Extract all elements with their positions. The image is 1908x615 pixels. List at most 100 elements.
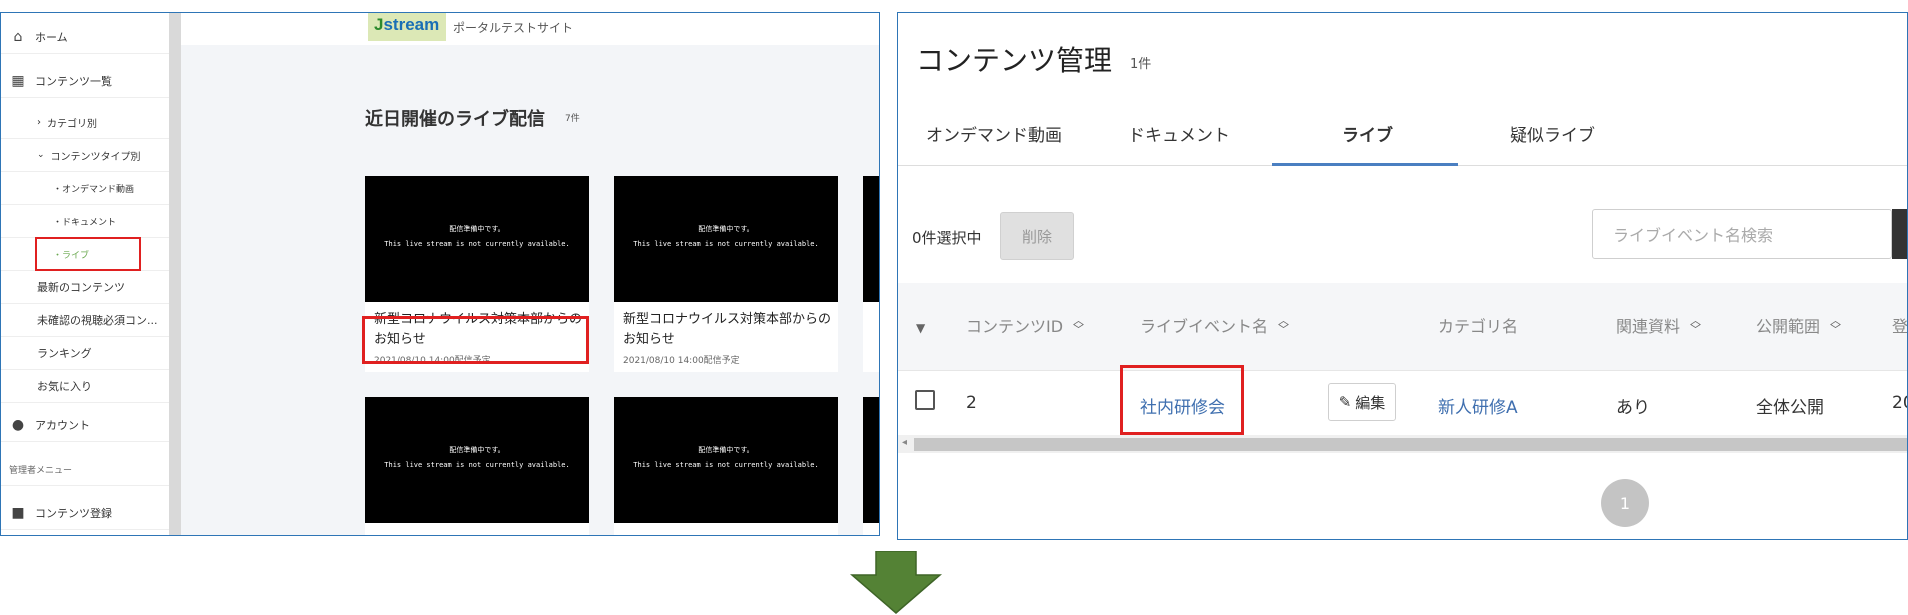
portal-main: Jstream ポータルテストサイト 近日開催のライブ配信 7件 配信準備中です… (181, 13, 879, 535)
tab-pseudo-live[interactable]: 疑似ライブ (1510, 121, 1595, 146)
edit-label: 編集 (1355, 393, 1386, 412)
sort-icon[interactable]: ︿ ﹀ (1278, 315, 1289, 335)
sidebar-item-label: 最新のコンテンツ (37, 281, 125, 294)
film-icon: ▦ (11, 73, 25, 89)
column-label: 関連資料 (1616, 317, 1681, 336)
sidebar-item-label: コンテンツ一覧 (35, 75, 112, 88)
thumbnail-text-ja: 配信準備中です。 (449, 225, 505, 233)
page-title: コンテンツ管理 (916, 44, 1113, 77)
sidebar-item-account[interactable]: ● アカウント (1, 409, 169, 442)
thumbnail-text-en: This live stream is not currently availa… (384, 461, 570, 469)
category-link[interactable]: 新人研修A (1438, 393, 1518, 418)
cell-content-id: 2 (966, 393, 977, 413)
live-card-partial[interactable] (863, 176, 879, 372)
tab-live[interactable]: ライブ (1342, 121, 1393, 146)
sidebar-item-label: ホーム (35, 31, 68, 44)
logo-text: Jstream (374, 15, 439, 35)
card-title[interactable]: 新型コロナウイルス対策本部からのお知らせ (623, 310, 833, 350)
search-button[interactable] (1892, 209, 1907, 259)
caret-down-icon[interactable]: ▼ (916, 321, 925, 335)
column-header-scope[interactable]: 公開範囲 ︿ ﹀ (1756, 313, 1841, 337)
sidebar-item-ranking[interactable]: ランキング (1, 337, 169, 370)
scroll-left-icon[interactable]: ◂ (902, 437, 907, 448)
search-input[interactable]: ライブイベント名検索 (1592, 209, 1892, 259)
sidebar-item-by-content-type[interactable]: ⌄ コンテンツタイプ別 (1, 139, 169, 172)
sidebar-item-home[interactable]: ⌂ ホーム (1, 21, 169, 54)
live-thumbnail[interactable]: 配信準備中です。 This live stream is not current… (614, 397, 838, 523)
sidebar-item-document[interactable]: ・ドキュメント (1, 205, 169, 238)
portal-sidebar: ⌂ ホーム ▦ コンテンツ一覧 › カテゴリ別 ⌄ コンテンツタイプ別 ・オンデ… (1, 13, 181, 535)
portal-panel: ⌂ ホーム ▦ コンテンツ一覧 › カテゴリ別 ⌄ コンテンツタイプ別 ・オンデ… (0, 12, 880, 536)
pencil-icon: ✎ (1338, 393, 1352, 411)
live-thumbnail[interactable]: 配信準備中です。 This live stream is not current… (365, 176, 589, 302)
column-header-category: カテゴリ名 (1438, 313, 1518, 337)
thumbnail-text-en: This live stream is not currently availa… (633, 461, 819, 469)
live-thumbnail[interactable] (863, 397, 879, 523)
section-title: 近日開催のライブ配信 (365, 109, 545, 130)
logo-word: stream (383, 15, 440, 34)
sidebar-heading-label: 管理者メニュー (9, 465, 73, 476)
edit-button[interactable]: ✎ 編集 (1328, 383, 1396, 421)
cell-registered-partial: 20 (1892, 393, 1907, 413)
home-icon: ⌂ (13, 29, 23, 45)
row-checkbox[interactable] (915, 390, 935, 410)
sidebar-item-latest[interactable]: 最新のコンテンツ (1, 271, 169, 304)
sidebar-item-content-list[interactable]: ▦ コンテンツ一覧 (1, 65, 169, 98)
sidebar-item-label: コンテンツ登録 (35, 507, 112, 520)
column-header-content-id[interactable]: コンテンツID ︿ ﹀ (966, 313, 1084, 337)
live-card-partial[interactable] (863, 397, 879, 535)
thumbnail-text-en: This live stream is not currently availa… (633, 240, 819, 248)
active-tab-indicator (1272, 163, 1458, 166)
live-thumbnail[interactable]: 配信準備中です。 This live stream is not current… (614, 176, 838, 302)
sidebar-item-content-register[interactable]: ■ コンテンツ登録 (1, 497, 169, 530)
chevron-right-icon: › (37, 116, 41, 128)
sidebar-scrollbar[interactable] (169, 13, 181, 535)
sidebar-item-favorites[interactable]: お気に入り (1, 370, 169, 403)
pagination-page-button[interactable]: 1 (1601, 479, 1649, 527)
sidebar-item-label: 未確認の視聴必須コン... (37, 314, 158, 327)
column-header-registered-partial: 登 (1892, 313, 1907, 337)
live-card[interactable]: 配信準備中です。 This live stream is not current… (365, 397, 589, 535)
live-thumbnail[interactable]: 配信準備中です。 This live stream is not current… (365, 397, 589, 523)
site-name: ポータルテストサイト (453, 21, 574, 35)
section-count: 7件 (565, 114, 580, 124)
live-card[interactable]: 配信準備中です。 This live stream is not current… (614, 176, 838, 372)
sort-icon[interactable]: ︿ ﹀ (1073, 315, 1084, 335)
sort-icon[interactable]: ︿ ﹀ (1690, 315, 1701, 335)
thumbnail-text-en: This live stream is not currently availa… (384, 240, 570, 248)
column-label: コンテンツID (966, 317, 1064, 336)
sidebar-item-on-demand[interactable]: ・オンデマンド動画 (1, 172, 169, 205)
thumbnail-text-ja: 配信準備中です。 (698, 225, 754, 233)
chevron-down-icon: ⌄ (37, 150, 45, 160)
page-count: 1件 (1130, 57, 1152, 72)
live-item-highlight-box (35, 237, 141, 271)
sidebar-item-unwatched[interactable]: 未確認の視聴必須コン... (1, 304, 169, 337)
sidebar-admin-menu-heading: 管理者メニュー (1, 453, 169, 486)
sidebar-item-label: お気に入り (37, 380, 92, 393)
scrollbar-thumb[interactable] (914, 438, 1907, 451)
live-card[interactable]: 配信準備中です。 This live stream is not current… (614, 397, 838, 535)
column-label: ライブイベント名 (1140, 317, 1269, 336)
sidebar-item-label: コンテンツタイプ別 (50, 151, 141, 163)
sidebar-item-by-category[interactable]: › カテゴリ別 (1, 106, 169, 139)
column-header-event-name[interactable]: ライブイベント名 ︿ ﹀ (1140, 313, 1289, 337)
thumbnail-text-ja: 配信準備中です。 (698, 446, 754, 454)
thumbnail-text-ja: 配信準備中です。 (449, 446, 505, 454)
column-header-related[interactable]: 関連資料 ︿ ﹀ (1616, 313, 1701, 337)
sidebar-item-label: ・ドキュメント (53, 217, 117, 228)
tab-document[interactable]: ドキュメント (1128, 121, 1230, 146)
live-thumbnail[interactable] (863, 176, 879, 302)
card-title-highlight-box (362, 316, 589, 364)
sidebar-item-label: アカウント (35, 419, 90, 432)
sidebar-item-label: カテゴリ別 (47, 118, 97, 130)
sort-icon[interactable]: ︿ ﹀ (1830, 315, 1841, 335)
video-camera-icon: ■ (11, 505, 25, 521)
admin-panel: コンテンツ管理 1件 オンデマンド動画 ドキュメント ライブ 疑似ライブ 0件選… (897, 12, 1908, 540)
delete-button[interactable]: 削除 (1000, 212, 1074, 260)
column-label: 公開範囲 (1756, 317, 1821, 336)
cell-related: あり (1616, 398, 1650, 418)
account-icon: ● (11, 417, 25, 433)
tab-on-demand[interactable]: オンデマンド動画 (926, 121, 1062, 146)
column-label: カテゴリ名 (1438, 317, 1519, 336)
sidebar-item-label: ランキング (37, 347, 92, 360)
